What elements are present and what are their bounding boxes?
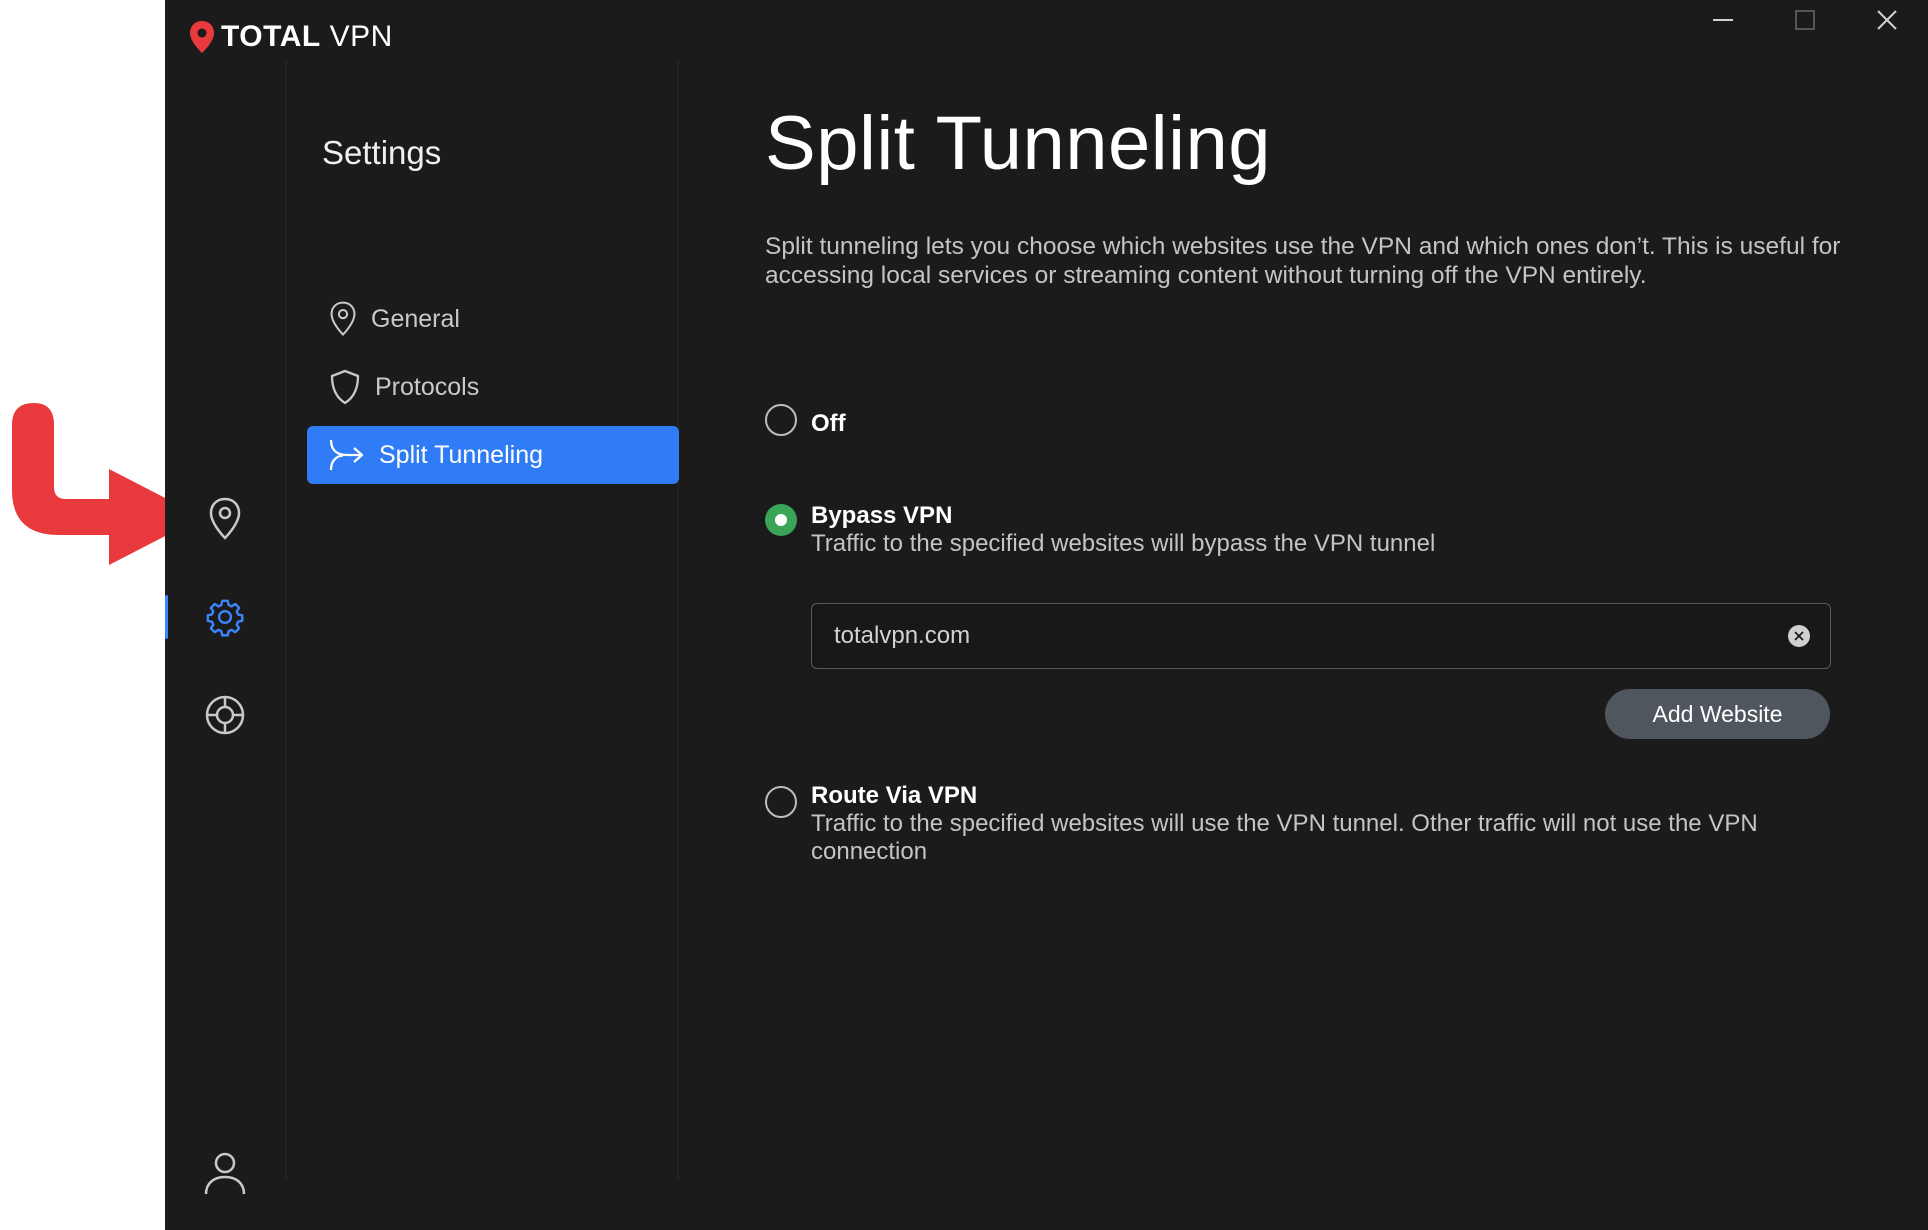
settings-menu-general[interactable]: General [307,290,679,348]
icon-rail [165,0,285,1230]
radio-off[interactable] [765,404,797,436]
page-title: Split Tunneling [765,101,1272,186]
option-route-via-vpn[interactable]: Route Via VPN Traffic to the specified w… [765,782,1845,866]
settings-menu-label: Split Tunneling [379,440,544,469]
settings-menu-split-tunneling[interactable]: Split Tunneling [307,426,679,484]
location-pin-icon [209,497,241,540]
settings-title: Settings [322,134,442,171]
option-off[interactable]: Off [765,402,846,438]
split-tunneling-page: Split Tunneling Split tunneling lets you… [765,0,1905,1230]
settings-menu-protocols[interactable]: Protocols [307,358,679,416]
settings-panel: Settings General Protocols Split Tunneli… [287,0,679,1230]
settings-menu-label: Protocols [375,372,480,401]
rail-item-locations[interactable] [165,489,285,549]
settings-menu-label: General [371,304,460,333]
website-field[interactable] [811,603,1831,669]
option-label: Route Via VPN [811,782,978,809]
split-arrow-icon [329,439,364,471]
radio-route-via-vpn[interactable] [765,786,797,818]
option-description: Traffic to the specified websites will b… [811,530,1436,557]
lifebuoy-icon [205,695,245,735]
option-label: Bypass VPN [811,502,953,529]
add-website-button[interactable]: Add Website [1605,689,1830,739]
radio-bypass-vpn[interactable] [765,504,797,536]
user-icon [204,1152,246,1195]
page-description: Split tunneling lets you choose which we… [765,233,1841,289]
option-description: Traffic to the specified websites will u… [811,810,1758,865]
rail-item-account[interactable] [165,1143,285,1203]
vpn-app-window: TOTAL VPN Settings General Protocols Spl… [165,0,1928,1230]
rail-item-settings[interactable] [165,587,285,647]
clear-icon [1794,631,1804,641]
clear-input-button[interactable] [1788,625,1810,647]
panel-divider [677,60,679,1180]
location-pin-icon [330,301,356,336]
website-input[interactable] [832,621,1788,651]
rail-item-support[interactable] [165,685,285,745]
gear-icon [206,599,244,637]
option-bypass-vpn[interactable]: Bypass VPN Traffic to the specified webs… [765,502,1435,558]
shield-icon [330,369,360,405]
option-label: Off [811,410,846,437]
